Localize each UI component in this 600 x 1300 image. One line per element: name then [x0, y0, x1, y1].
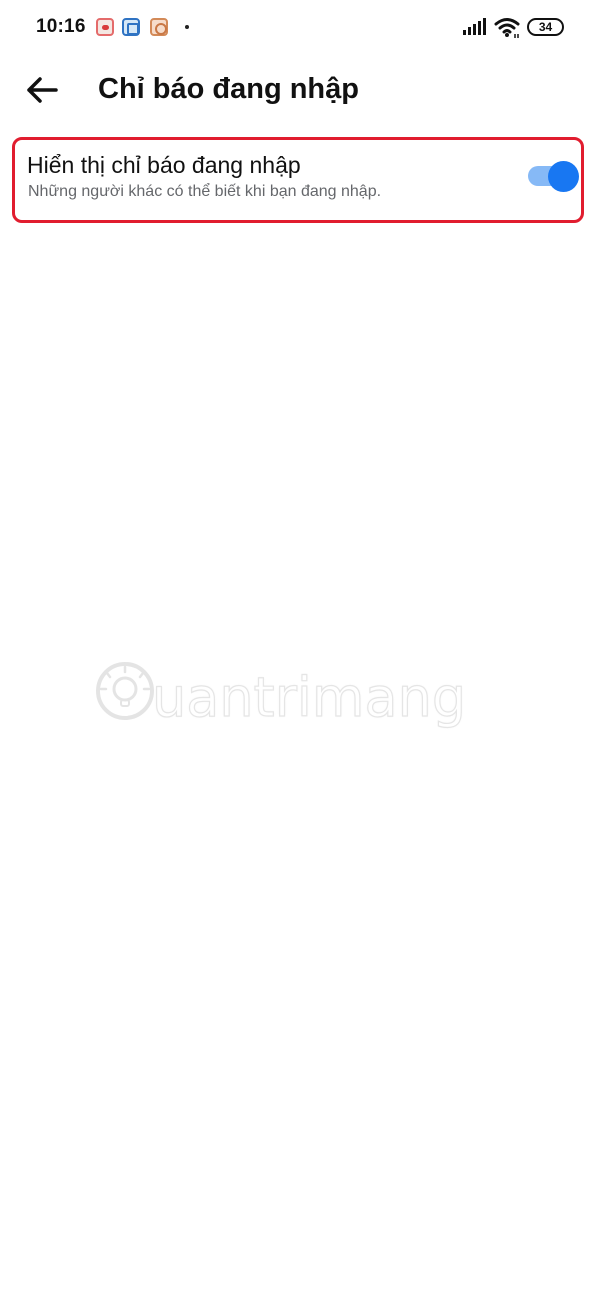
app-notification-icon-blue — [122, 18, 140, 36]
arrow-left-icon — [27, 77, 58, 103]
notification-dot-icon — [185, 25, 189, 29]
back-button[interactable] — [24, 72, 60, 108]
setting-title: Hiển thị chỉ báo đang nhập — [27, 152, 301, 178]
lightbulb-logo-icon — [96, 662, 154, 720]
watermark: uantrimang — [92, 656, 467, 738]
watermark-text: uantrimang — [151, 665, 467, 729]
typing-indicator-setting-row[interactable]: Hiển thị chỉ báo đang nhập Những người k… — [12, 137, 584, 223]
wifi-icon — [494, 18, 520, 38]
typing-indicator-toggle[interactable] — [528, 158, 579, 192]
app-notification-icon-orange — [150, 18, 168, 36]
app-bar: Chỉ báo đang nhập — [0, 56, 600, 122]
status-bar: 10:16 34 — [0, 0, 600, 56]
battery-icon: 34 — [527, 18, 564, 36]
signal-icon — [463, 18, 486, 35]
app-notification-icon-red — [96, 18, 114, 36]
setting-description: Những người khác có thể biết khi bạn đan… — [28, 183, 382, 200]
status-time: 10:16 — [36, 16, 86, 37]
page-title: Chỉ báo đang nhập — [98, 73, 359, 105]
toggle-thumb — [548, 161, 579, 192]
